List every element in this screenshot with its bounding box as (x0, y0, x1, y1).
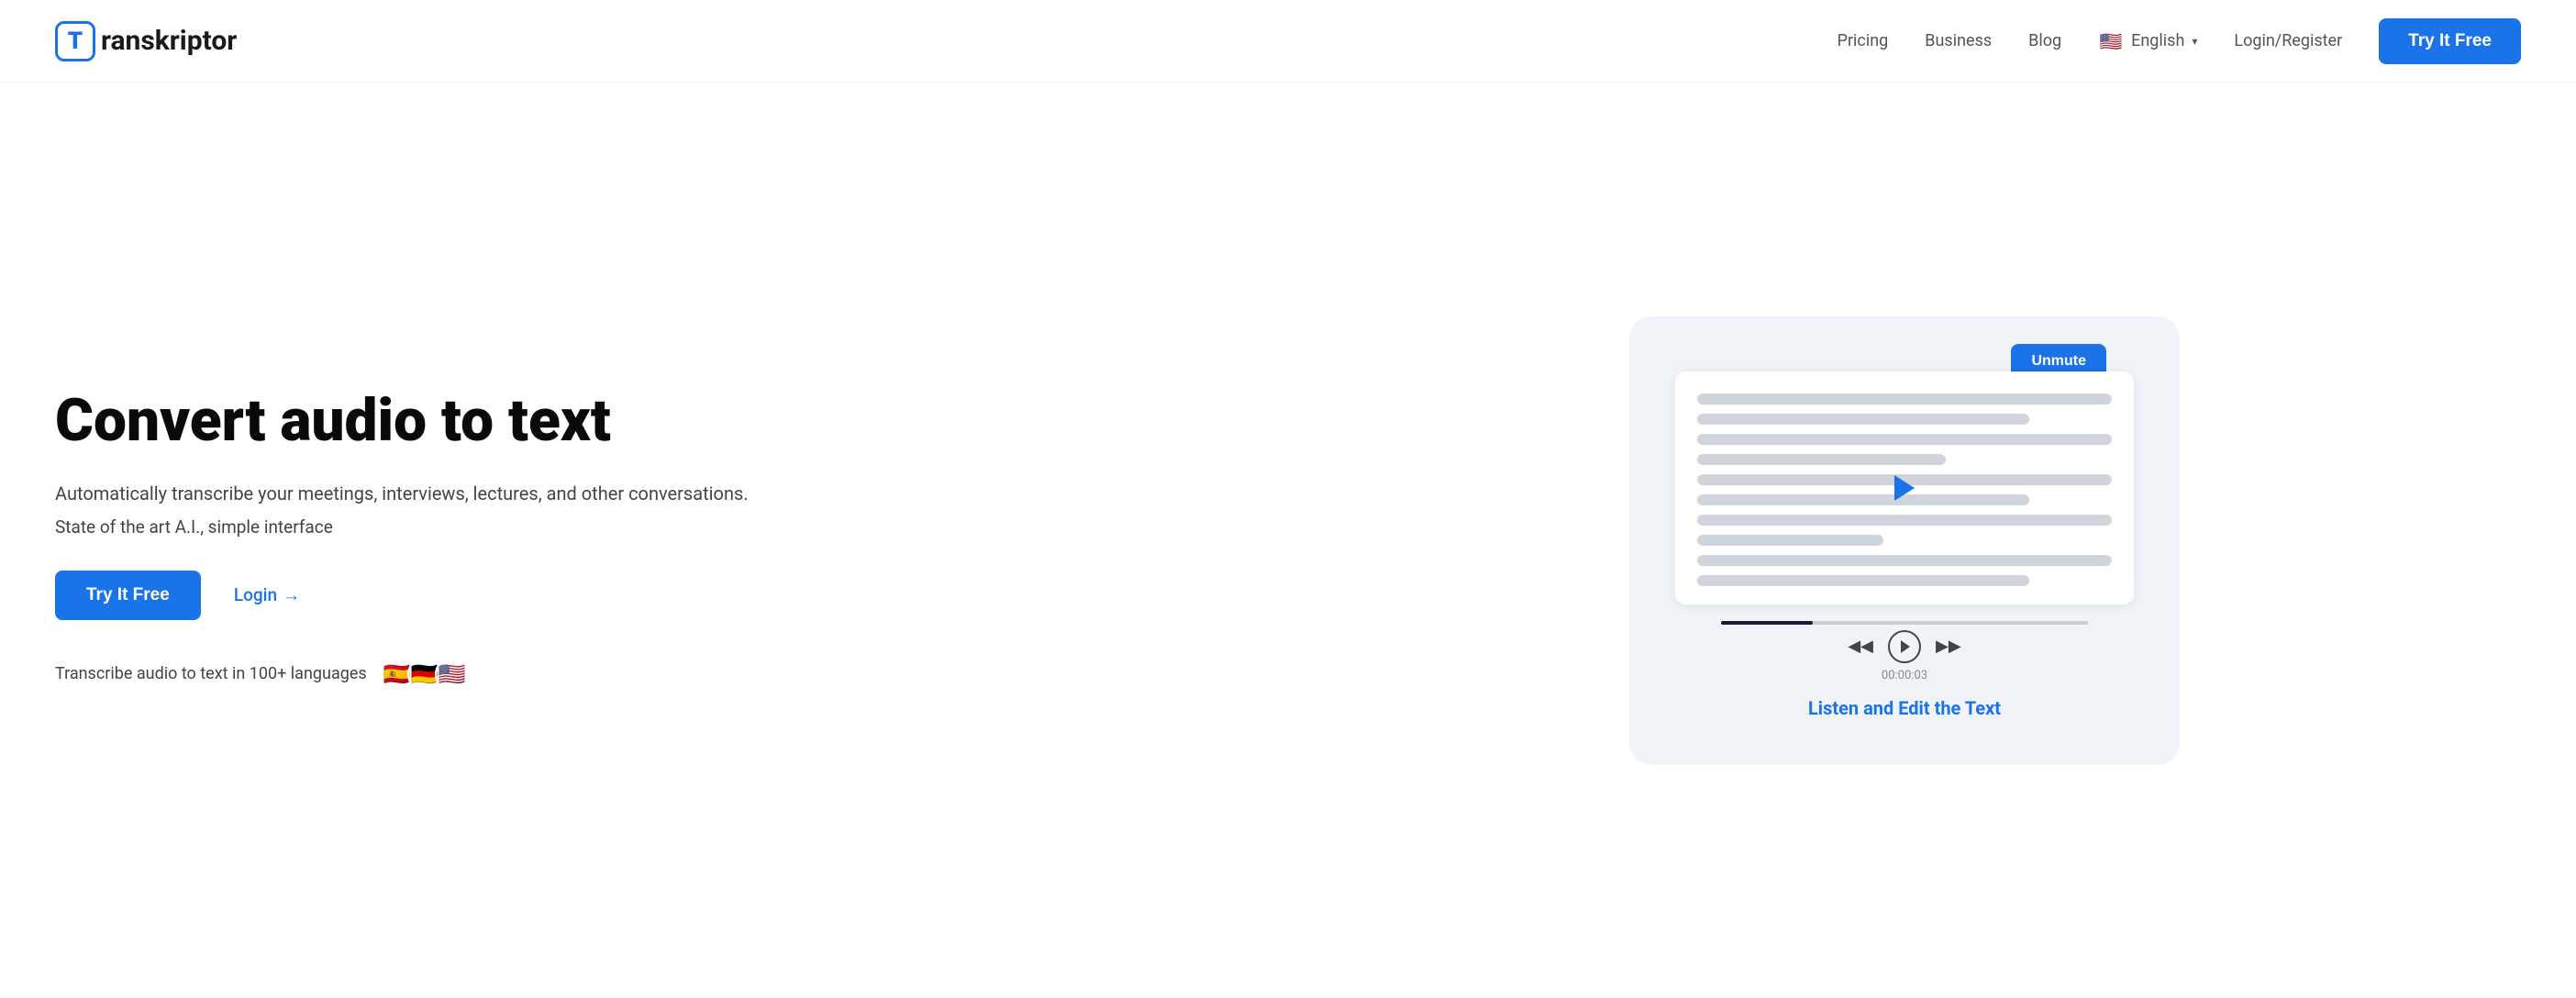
player-controls: ◀◀ ▶▶ (1848, 630, 1960, 663)
hero-subtitle: Automatically transcribe your meetings, … (55, 480, 1251, 507)
progress-bar[interactable] (1721, 621, 2088, 625)
doc-line-9 (1697, 555, 2112, 566)
doc-line-10 (1697, 575, 2029, 586)
illustration-wrapper: Unmute (1629, 316, 2180, 765)
nav-item-pricing[interactable]: Pricing (1838, 31, 1889, 50)
hero-tagline: State of the art A.I., simple interface (55, 516, 1251, 538)
login-arrow-icon: → (283, 584, 300, 606)
time-label: 00:00:03 (1882, 669, 1927, 682)
nav-links: Pricing Business Blog 🇺🇸 English ▾ Login… (1838, 18, 2521, 64)
hero-actions: Try It Free Login → (55, 571, 1251, 620)
doc-line-3 (1697, 434, 2112, 445)
hero-section: Convert audio to text Automatically tran… (0, 83, 2576, 998)
login-register-link[interactable]: Login/Register (2234, 31, 2342, 50)
chevron-down-icon: ▾ (2192, 35, 2197, 48)
logo-wordmark: ranskriptor (101, 25, 237, 57)
flag-english: 🇺🇸 (435, 657, 470, 692)
progress-fill (1721, 621, 1813, 625)
play-triangle-icon (1901, 640, 1910, 653)
doc-line-1 (1697, 394, 2112, 405)
doc-line-2 (1697, 414, 2029, 425)
play-arrow-icon (1894, 475, 1915, 501)
try-it-free-button-hero[interactable]: Try It Free (55, 571, 201, 620)
doc-line-6 (1697, 494, 2029, 505)
fast-forward-button[interactable]: ▶▶ (1936, 637, 1961, 656)
languages-row: Transcribe audio to text in 100+ languag… (55, 657, 1251, 692)
languages-label: Transcribe audio to text in 100+ languag… (55, 664, 367, 683)
logo-icon: T (55, 21, 95, 61)
nav-item-business[interactable]: Business (1925, 31, 1992, 50)
try-it-free-button-nav[interactable]: Try It Free (2379, 18, 2521, 64)
language-label: English (2131, 31, 2184, 50)
logo[interactable]: T ranskriptor (55, 21, 237, 61)
login-label: Login (234, 584, 277, 605)
login-link-hero[interactable]: Login → (234, 584, 300, 606)
doc-line-8 (1697, 535, 1883, 546)
logo-t-letter: T (68, 29, 83, 53)
play-pause-button[interactable] (1888, 630, 1921, 663)
hero-right-illustration: Unmute (1288, 316, 2521, 765)
document-card (1675, 371, 2134, 604)
nav-item-blog[interactable]: Blog (2028, 31, 2061, 50)
audio-player: ◀◀ ▶▶ 00:00:03 (1675, 621, 2134, 682)
language-selector[interactable]: 🇺🇸 English ▾ (2098, 28, 2197, 54)
flags-row: 🇪🇸 🇩🇪 🇺🇸 (380, 657, 470, 692)
listen-edit-link[interactable]: Listen and Edit the Text (1808, 697, 2001, 719)
rewind-button[interactable]: ◀◀ (1848, 637, 1873, 656)
hero-title: Convert audio to text (55, 389, 1251, 453)
navbar: T ranskriptor Pricing Business Blog 🇺🇸 E… (0, 0, 2576, 83)
doc-line-7 (1697, 515, 2112, 526)
doc-line-4 (1697, 454, 1946, 465)
flag-icon: 🇺🇸 (2098, 28, 2124, 54)
hero-left-content: Convert audio to text Automatically tran… (55, 389, 1288, 691)
